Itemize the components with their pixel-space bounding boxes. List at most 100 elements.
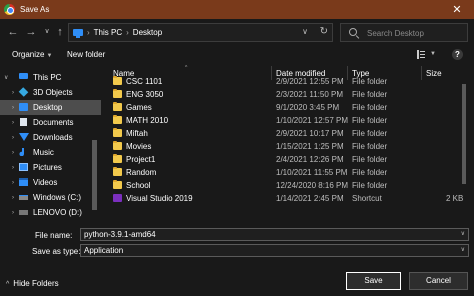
file-size: 2 KB <box>446 194 464 203</box>
sidebar-item-label: Downloads <box>33 133 73 142</box>
sidebar-item-label: LENOVO (D:) <box>33 208 82 217</box>
table-row[interactable]: ENG 3050 2/3/2021 11:50 PM File folder <box>101 88 461 101</box>
sidebar-item-lenovo-d[interactable]: › LENOVO (D:) <box>0 205 101 220</box>
folder-icon <box>113 141 122 150</box>
chevron-right-icon[interactable]: › <box>12 195 14 201</box>
window-title: Save As <box>20 5 50 14</box>
chevron-up-icon: ^ <box>6 281 10 288</box>
sidebar-scrollbar[interactable] <box>92 140 97 210</box>
sidebar-item-downloads[interactable]: › Downloads <box>0 130 101 145</box>
table-row[interactable]: CSC 1101 2/9/2021 12:55 PM File folder <box>101 75 461 88</box>
pictures-icon <box>19 163 28 171</box>
chevron-right-icon[interactable]: › <box>12 165 14 171</box>
back-arrow-icon[interactable]: ← <box>6 25 20 39</box>
chevron-right-icon[interactable]: › <box>12 105 14 111</box>
cancel-button[interactable]: Cancel <box>409 272 468 290</box>
address-bar[interactable]: › This PC › Desktop ∨ ↻ <box>68 23 333 42</box>
file-type: File folder <box>352 142 388 151</box>
table-row[interactable]: MATH 2010 1/10/2021 12:57 PM File folder <box>101 114 461 127</box>
breadcrumb-this-pc[interactable]: This PC <box>94 28 122 37</box>
folder-icon <box>113 180 122 189</box>
videos-icon <box>19 178 28 186</box>
chevron-down-icon[interactable]: ∨ <box>461 229 465 240</box>
hide-folders-button[interactable]: ^ Hide Folders <box>6 279 59 288</box>
search-placeholder: Search Desktop <box>367 29 424 38</box>
pc-icon <box>19 73 28 79</box>
downloads-icon <box>19 133 29 141</box>
file-date: 2/9/2021 12:55 PM <box>276 77 344 86</box>
sidebar-item-3d-objects[interactable]: › 3D Objects <box>0 85 101 100</box>
file-list-scrollbar[interactable] <box>462 84 466 184</box>
file-name: Visual Studio 2019 <box>126 194 193 203</box>
table-row[interactable]: Random 1/10/2021 11:55 PM File folder <box>101 166 461 179</box>
breadcrumb-separator: › <box>87 28 90 37</box>
file-type: File folder <box>352 129 388 138</box>
chevron-down-icon[interactable]: ∨ <box>461 245 465 256</box>
file-type: Shortcut <box>352 194 382 203</box>
file-name: ENG 3050 <box>126 90 164 99</box>
file-date: 2/9/2021 10:17 PM <box>276 129 344 138</box>
sidebar-item-label: 3D Objects <box>33 88 73 97</box>
drive-icon <box>19 195 28 200</box>
sidebar-item-label: Documents <box>33 118 74 127</box>
folder-icon <box>113 115 122 124</box>
close-button[interactable]: ✕ <box>440 0 474 19</box>
file-type: File folder <box>352 103 388 112</box>
sidebar-item-label: This PC <box>33 73 62 82</box>
sidebar-item-pictures[interactable]: › Pictures <box>0 160 101 175</box>
sidebar-item-windows-c[interactable]: › Windows (C:) <box>0 190 101 205</box>
table-row[interactable]: Games 9/1/2020 3:45 PM File folder <box>101 101 461 114</box>
sidebar-item-desktop[interactable]: › Desktop <box>0 100 101 115</box>
folder-icon <box>113 128 122 137</box>
file-name-label: File name: <box>35 231 73 240</box>
sidebar-item-documents[interactable]: › Documents <box>0 115 101 130</box>
sidebar-item-this-pc[interactable]: ∨ This PC <box>0 70 101 85</box>
new-folder-button[interactable]: New folder <box>67 50 105 59</box>
table-row[interactable]: Project1 2/4/2021 12:26 PM File folder <box>101 153 461 166</box>
chevron-right-icon[interactable]: › <box>12 120 14 126</box>
file-name-input[interactable]: python-3.9.1-amd64 ∨ <box>80 228 469 241</box>
sidebar-item-music[interactable]: › Music <box>0 145 101 160</box>
table-row[interactable]: Miftah 2/9/2021 10:17 PM File folder <box>101 127 461 140</box>
file-date: 1/10/2021 11:55 PM <box>276 168 348 177</box>
file-date: 1/14/2021 2:45 PM <box>276 194 344 203</box>
recent-locations-icon[interactable]: ∨ <box>40 25 54 39</box>
table-row[interactable]: Movies 1/15/2021 1:25 PM File folder <box>101 140 461 153</box>
search-box[interactable]: Search Desktop <box>340 23 468 42</box>
sidebar-item-videos[interactable]: › Videos <box>0 175 101 190</box>
chevron-right-icon[interactable]: › <box>12 210 14 216</box>
table-row[interactable]: Visual Studio 2019 1/14/2021 2:45 PM Sho… <box>101 192 464 205</box>
file-type: File folder <box>352 155 388 164</box>
breadcrumb-desktop[interactable]: Desktop <box>133 28 162 37</box>
save-as-type-value: Application <box>84 246 124 255</box>
navigation-bar: ← → ∨ ↑ › This PC › Desktop ∨ ↻ Search D… <box>0 19 474 45</box>
command-toolbar: Organize ▼ New folder ▼ ? <box>0 45 474 65</box>
organize-button[interactable]: Organize ▼ <box>12 50 52 59</box>
organize-label: Organize <box>12 50 45 59</box>
documents-icon <box>20 118 27 126</box>
chevron-right-icon[interactable]: › <box>12 135 14 141</box>
up-arrow-icon[interactable]: ↑ <box>53 25 67 39</box>
chevron-down-icon[interactable]: ▼ <box>430 51 436 57</box>
file-name-value: python-3.9.1-amd64 <box>84 230 156 239</box>
chevron-down-icon[interactable]: ∨ <box>302 27 308 36</box>
refresh-icon[interactable]: ↻ <box>320 26 328 37</box>
table-row[interactable]: School 12/24/2020 8:16 PM File folder <box>101 179 461 192</box>
forward-arrow-icon[interactable]: → <box>24 25 38 39</box>
chevron-right-icon[interactable]: › <box>12 180 14 186</box>
chevron-down-icon[interactable]: ∨ <box>4 74 8 81</box>
folder-icon <box>113 76 122 85</box>
save-as-type-select[interactable]: Application ∨ <box>80 244 469 257</box>
sidebar-item-label: Music <box>33 148 54 157</box>
chevron-right-icon[interactable]: › <box>12 150 14 156</box>
view-options-icon[interactable] <box>417 50 425 59</box>
save-button[interactable]: Save <box>346 272 401 290</box>
file-type: File folder <box>352 181 388 190</box>
help-icon[interactable]: ? <box>452 49 463 60</box>
file-date: 1/10/2021 12:57 PM <box>276 116 349 125</box>
breadcrumb-separator: › <box>126 28 129 37</box>
file-name: School <box>126 181 151 190</box>
file-name: Games <box>126 103 152 112</box>
desktop-icon <box>19 103 28 111</box>
chevron-right-icon[interactable]: › <box>12 90 14 96</box>
